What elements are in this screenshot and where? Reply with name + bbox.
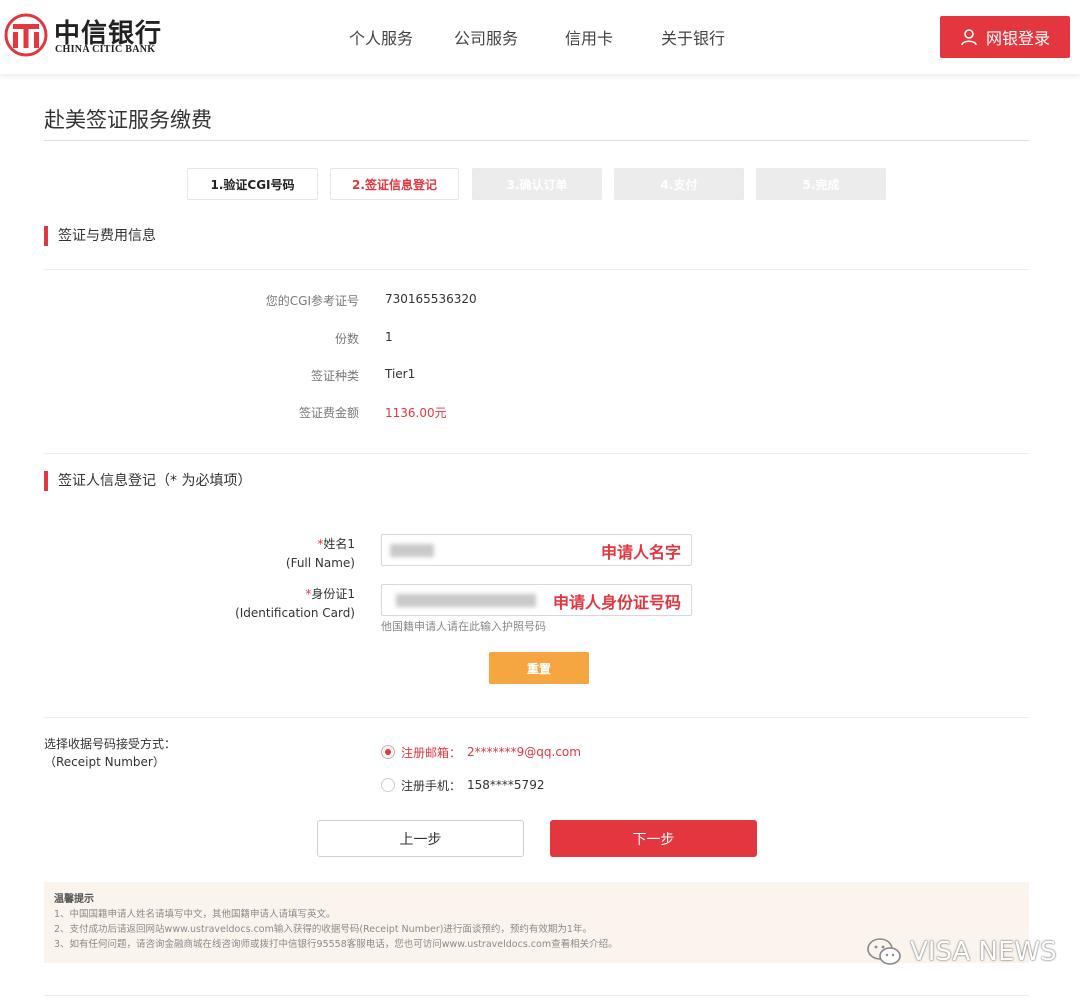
nav-item-credit-card[interactable]: 信用卡 bbox=[565, 25, 613, 49]
receipt-option-phone[interactable]: 注册手机： 158****5792 bbox=[381, 776, 544, 794]
id-card-label: *身份证1 (Identification Card) bbox=[235, 585, 355, 623]
id-card-label-en: (Identification Card) bbox=[235, 606, 355, 620]
id-card-annotation: 申请人身份证号码 bbox=[552, 593, 681, 612]
visa-fee-label: 签证费金额 bbox=[298, 406, 359, 420]
tips-title: 温馨提示 bbox=[54, 894, 94, 905]
copies-label: 份数 bbox=[334, 332, 359, 346]
receipt-option-phone-label: 注册手机： bbox=[401, 778, 462, 793]
nav-item-personal[interactable]: 个人服务 bbox=[349, 25, 413, 49]
visa-type-label: 签证种类 bbox=[310, 369, 359, 383]
divider bbox=[44, 995, 1029, 996]
bank-name-en: CHINA CITIC BANK bbox=[55, 44, 156, 55]
step-payment: 4.支付 bbox=[614, 168, 744, 200]
page-title: 赴美签证服务缴费 bbox=[44, 108, 212, 132]
receipt-method-label: 选择收据号码接受方式： （Receipt Number） bbox=[44, 735, 176, 771]
id-card-hint: 他国籍申请人请在此输入护照号码 bbox=[381, 620, 546, 633]
step-confirm-order: 3.确认订单 bbox=[472, 168, 602, 200]
watermark: VISA NEWS bbox=[866, 937, 1057, 967]
full-name-label-cn: 姓名1 bbox=[323, 537, 355, 551]
nav-item-about[interactable]: 关于银行 bbox=[661, 25, 725, 49]
site-header: 中信银行 CHINA CITIC BANK 个人服务 公司服务 信用卡 关于银行… bbox=[0, 0, 1080, 74]
next-step-button[interactable]: 下一步 bbox=[550, 820, 757, 857]
divider bbox=[44, 453, 1029, 454]
step-verify-cgi: 1.验证CGI号码 bbox=[187, 168, 318, 200]
radio-selected[interactable] bbox=[381, 745, 395, 759]
receipt-method-label-en: （Receipt Number） bbox=[44, 755, 165, 769]
full-name-annotation: 申请人名字 bbox=[600, 543, 681, 562]
full-name-input[interactable]: 申请人名字 bbox=[381, 534, 692, 566]
id-card-label-cn: 身份证1 bbox=[311, 587, 355, 601]
previous-step-button[interactable]: 上一步 bbox=[317, 820, 524, 857]
visa-fee-value: 1136.00元 bbox=[385, 406, 447, 420]
receipt-option-email[interactable]: 注册邮箱： 2*******9@qq.com bbox=[381, 743, 581, 761]
cgi-number-value: 730165536320 bbox=[385, 292, 477, 306]
step-complete: 5.完成 bbox=[756, 168, 886, 200]
bank-logo[interactable]: 中信银行 CHINA CITIC BANK bbox=[4, 13, 164, 59]
user-icon bbox=[961, 29, 977, 46]
tips-line: 1、中国国籍申请人姓名请填写中文，其他国籍申请人请填写英文。 bbox=[54, 909, 336, 920]
receipt-option-phone-value: 158****5792 bbox=[467, 778, 545, 792]
divider bbox=[44, 717, 1029, 718]
redacted-value bbox=[390, 544, 434, 557]
visa-type-value: Tier1 bbox=[385, 367, 416, 381]
tips-line: 2、支付成功后请返回网站www.ustraveldocs.com输入获得的收据号… bbox=[54, 924, 592, 935]
divider bbox=[44, 269, 1029, 270]
copies-value: 1 bbox=[385, 330, 393, 344]
section-applicant-heading: 签证人信息登记（* 为必填项） bbox=[44, 471, 251, 491]
wechat-icon bbox=[867, 938, 901, 965]
login-label: 网银登录 bbox=[985, 29, 1050, 48]
step-visa-info: 2.签证信息登记 bbox=[330, 168, 459, 200]
receipt-option-email-label: 注册邮箱： bbox=[401, 745, 462, 760]
id-card-input[interactable]: 申请人身份证号码 bbox=[381, 584, 692, 616]
divider bbox=[44, 140, 1029, 141]
online-banking-login-button[interactable]: 网银登录 bbox=[940, 16, 1070, 58]
receipt-method-label-cn: 选择收据号码接受方式： bbox=[44, 737, 177, 751]
cgi-number-label: 您的CGI参考证号 bbox=[265, 294, 359, 308]
radio-unselected[interactable] bbox=[381, 778, 395, 792]
redacted-value bbox=[396, 594, 536, 607]
nav-item-corporate[interactable]: 公司服务 bbox=[454, 25, 518, 49]
full-name-label: *姓名1 (Full Name) bbox=[286, 535, 355, 573]
full-name-label-en: (Full Name) bbox=[285, 556, 355, 570]
receipt-option-email-value: 2*******9@qq.com bbox=[467, 745, 581, 759]
reset-button[interactable]: 重置 bbox=[489, 652, 589, 684]
citic-logo-icon bbox=[4, 13, 48, 57]
section-visa-info-heading: 签证与费用信息 bbox=[44, 226, 156, 246]
watermark-text: VISA NEWS bbox=[910, 937, 1057, 967]
